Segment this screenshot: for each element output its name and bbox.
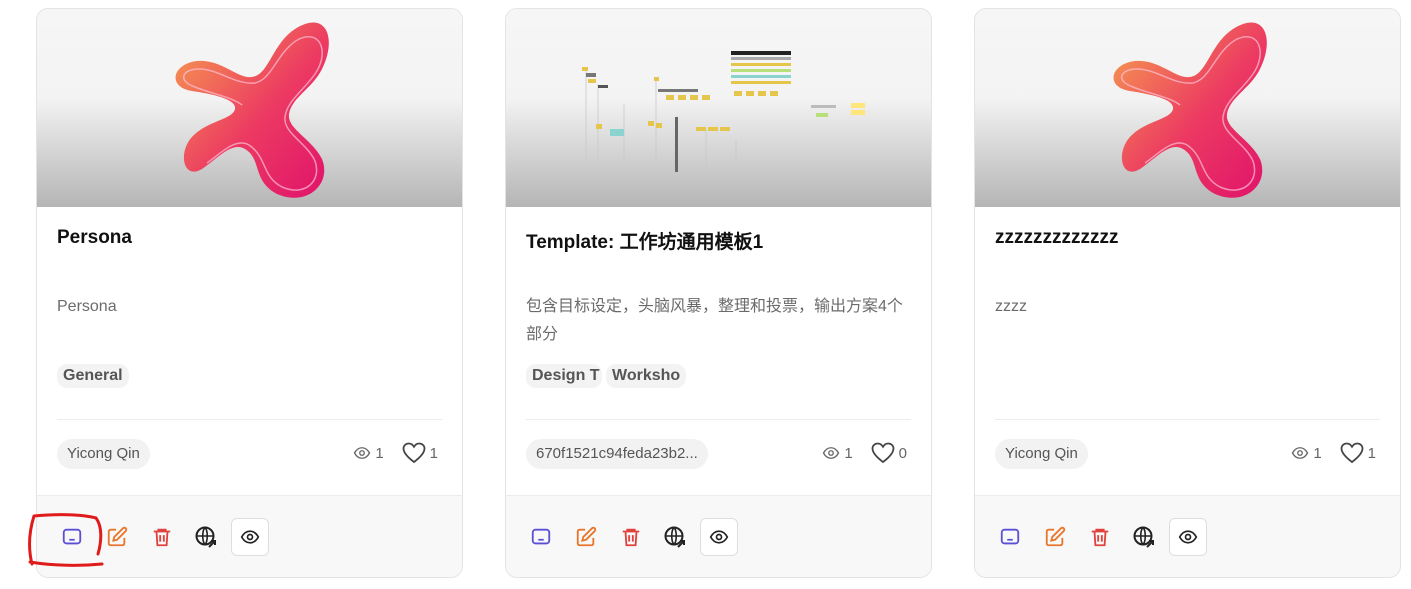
edit-button[interactable] (567, 518, 605, 556)
like-count-value: 0 (898, 444, 907, 462)
card-tags: Design T Worksho (526, 364, 687, 388)
owner-badge[interactable]: Yicong Qin (57, 439, 150, 469)
view-count-value: 1 (844, 444, 853, 462)
card-stats: 1 1 (353, 442, 438, 464)
card-title: zzzzzzzzzzzzz (995, 227, 1119, 248)
card-thumbnail[interactable] (506, 9, 931, 207)
present-button[interactable] (522, 518, 560, 556)
template-card[interactable]: zzzzzzzzzzzzz zzzz Yicong Qin 1 1 (974, 8, 1401, 578)
present-icon (62, 528, 82, 545)
edit-icon (576, 526, 597, 547)
share-web-button[interactable] (1125, 518, 1163, 556)
brand-logo-icon (1113, 22, 1267, 198)
view-count-value: 1 (1313, 444, 1322, 462)
board-preview-icon (582, 51, 865, 172)
card-thumbnail[interactable] (37, 9, 462, 207)
eye-icon (823, 447, 840, 459)
eye-icon (1292, 447, 1309, 459)
card-actions (975, 495, 1400, 577)
preview-eye-icon (240, 530, 260, 544)
owner-badge[interactable]: Yicong Qin (995, 439, 1088, 469)
delete-icon (153, 528, 171, 547)
preview-eye-icon (1178, 530, 1198, 544)
card-title: Template: 工作坊通用模板1 (526, 232, 764, 253)
card-description: zzzz (995, 298, 1027, 315)
heart-icon[interactable] (871, 442, 895, 464)
heart-icon[interactable] (1340, 442, 1364, 464)
view-count-value: 1 (375, 444, 384, 462)
tag-chip[interactable]: Design T (526, 364, 602, 388)
view-count: 1 (1291, 444, 1322, 462)
preview-button[interactable] (700, 518, 738, 556)
delete-button[interactable] (143, 518, 181, 556)
card-description: 包含目标设定，头脑风暴，整理和投票，输出方案4个部分 (526, 298, 903, 343)
view-count: 1 (353, 444, 384, 462)
share-web-button[interactable] (656, 518, 694, 556)
card-actions (506, 495, 931, 577)
delete-icon (1091, 528, 1109, 547)
owner-badge[interactable]: 670f1521c94feda23b2... (526, 439, 708, 469)
like-count-value: 1 (429, 444, 438, 462)
template-card[interactable]: Persona Persona General Yicong Qin 1 1 (36, 8, 463, 578)
tag-chip[interactable]: General (57, 364, 129, 388)
card-title: Persona (57, 227, 132, 248)
card-stats: 1 0 (822, 442, 907, 464)
edit-icon (107, 526, 128, 547)
present-icon (1000, 528, 1020, 545)
divider (57, 419, 442, 420)
brand-logo-icon (175, 22, 329, 198)
heart-icon[interactable] (402, 442, 426, 464)
like-count[interactable]: 0 (871, 442, 907, 464)
template-card[interactable]: Template: 工作坊通用模板1 包含目标设定，头脑风暴，整理和投票，输出方… (505, 8, 932, 578)
card-thumbnail[interactable] (975, 9, 1400, 207)
card-actions (37, 495, 462, 577)
share-web-icon (664, 526, 685, 548)
like-count[interactable]: 1 (1340, 442, 1376, 464)
preview-button[interactable] (231, 518, 269, 556)
present-icon (531, 528, 551, 545)
divider (526, 419, 911, 420)
delete-icon (622, 528, 640, 547)
preview-eye-icon (709, 530, 729, 544)
share-web-icon (1133, 526, 1154, 548)
present-button[interactable] (53, 518, 91, 556)
card-description: Persona (57, 298, 117, 315)
card-tags: General (57, 364, 129, 388)
delete-button[interactable] (612, 518, 650, 556)
view-count: 1 (822, 444, 853, 462)
eye-icon (354, 447, 371, 459)
like-count-value: 1 (1367, 444, 1376, 462)
present-button[interactable] (991, 518, 1029, 556)
edit-button[interactable] (1036, 518, 1074, 556)
card-stats: 1 1 (1291, 442, 1376, 464)
delete-button[interactable] (1081, 518, 1119, 556)
like-count[interactable]: 1 (402, 442, 438, 464)
divider (995, 419, 1380, 420)
tag-chip[interactable]: Worksho (606, 364, 687, 388)
edit-icon (1045, 526, 1066, 547)
preview-button[interactable] (1169, 518, 1207, 556)
share-web-icon (195, 526, 216, 548)
share-web-button[interactable] (187, 518, 225, 556)
edit-button[interactable] (98, 518, 136, 556)
